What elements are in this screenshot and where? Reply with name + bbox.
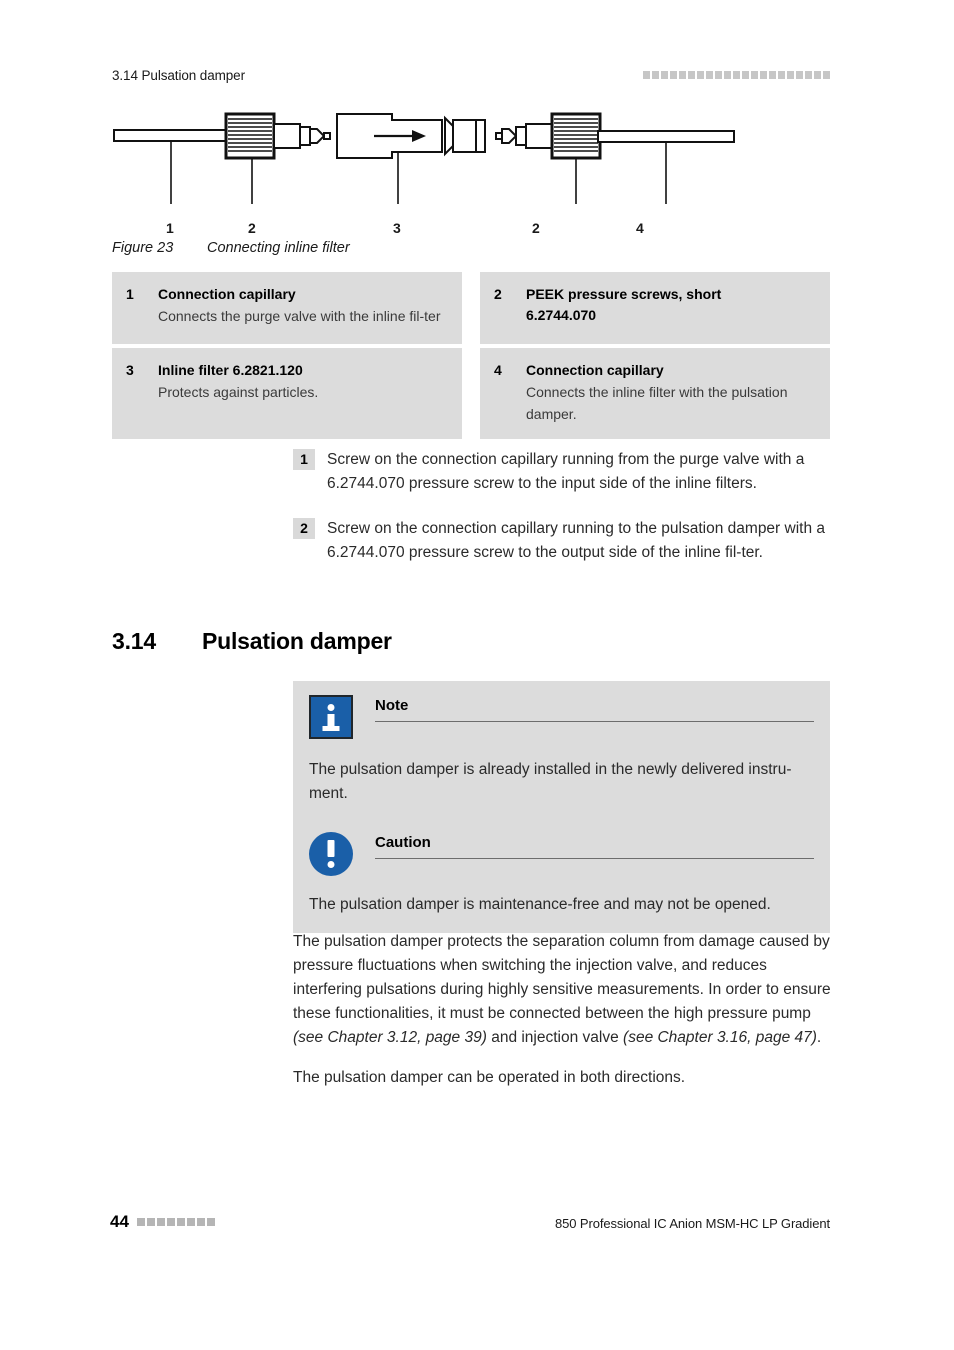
note-divider xyxy=(375,721,814,722)
figure-callout-1: 1 xyxy=(166,220,174,236)
page-number: 44 xyxy=(110,1212,129,1231)
body-paragraph-1-part-b: and injection valve xyxy=(486,1029,624,1047)
legend-number: 1 xyxy=(126,286,134,302)
legend-title: Inline filter 6.2821.120 xyxy=(158,362,303,378)
header-marker-squares xyxy=(643,71,830,79)
legend-content: Inline filter 6.2821.120 Protects agains… xyxy=(158,360,448,425)
info-icon xyxy=(309,695,353,739)
running-header: 3.14 Pulsation damper xyxy=(112,68,245,83)
note-title-wrap: Note xyxy=(375,695,814,722)
figure-caption-text: Connecting inline filter xyxy=(207,240,350,256)
caution-icon xyxy=(309,832,353,876)
legend-item-3: 3 Inline filter 6.2821.120 Protects agai… xyxy=(112,348,462,440)
legend-item-2: 2 PEEK pressure screws, short 6.2744.070 xyxy=(480,272,830,344)
caution-divider xyxy=(375,858,814,859)
figure-callout-2b: 2 xyxy=(532,220,540,236)
footer-page-indicator: 44 xyxy=(110,1212,215,1232)
body-paragraph-1-part-c: . xyxy=(816,1029,822,1047)
body-text-block: The pulsation damper protects the separa… xyxy=(293,930,833,1106)
legend-content: Connection capillary Connects the inline… xyxy=(526,360,816,425)
figure-caption-number: Figure 23 xyxy=(112,240,174,256)
body-paragraph-2: The pulsation damper can be operated in … xyxy=(293,1069,686,1087)
legend-title-part-number: 6.2744.070 xyxy=(526,307,597,323)
caution-header: Caution xyxy=(309,832,814,876)
section-number: 3.14 xyxy=(112,628,156,654)
note-header: Note xyxy=(309,695,814,739)
legend-title: Connection capillary xyxy=(158,286,296,302)
note-title: Note xyxy=(375,697,409,714)
procedure-step: 1 Screw on the connection capillary runn… xyxy=(293,448,833,495)
legend-item-4: 4 Connection capillary Connects the inli… xyxy=(480,348,830,440)
section-title: Pulsation damper xyxy=(202,628,392,654)
figure-callout-3: 3 xyxy=(393,220,401,236)
note-body: The pulsation damper is already installe… xyxy=(309,761,792,802)
legend-item-1: 1 Connection capillary Connects the purg… xyxy=(112,272,462,344)
figure-legend-table: 1 Connection capillary Connects the purg… xyxy=(112,272,830,440)
document-page: 3.14 Pulsation damper 1 2 3 2 4 Figure 2… xyxy=(0,0,954,1350)
step-number-badge: 1 xyxy=(293,449,315,470)
legend-description: Connects the inline filter with the puls… xyxy=(526,384,788,422)
caution-callout: Caution The pulsation damper is maintena… xyxy=(293,818,830,933)
caution-body: The pulsation damper is maintenance-free… xyxy=(309,896,771,913)
cross-reference-chapter-3-16: (see Chapter 3.16, page 47) xyxy=(623,1029,817,1047)
figure-caption: Figure 23 Connecting inline filter xyxy=(112,240,350,256)
footer-marker-squares xyxy=(136,1218,215,1226)
cross-reference-chapter-3-12: (see Chapter 3.12, page 39) xyxy=(293,1029,487,1047)
footer-document-title: 850 Professional IC Anion MSM-HC LP Grad… xyxy=(555,1216,830,1231)
section-heading: 3.14 Pulsation damper xyxy=(112,628,392,655)
legend-content: PEEK pressure screws, short 6.2744.070 xyxy=(526,284,816,330)
legend-title: Connection capillary xyxy=(526,362,664,378)
legend-number: 3 xyxy=(126,362,134,378)
caution-title: Caution xyxy=(375,834,431,851)
legend-title: PEEK pressure screws, short xyxy=(526,286,722,302)
body-paragraph-1-part-a: The pulsation damper protects the separa… xyxy=(293,933,831,1023)
legend-number: 2 xyxy=(494,286,502,302)
legend-description: Protects against particles. xyxy=(158,384,319,400)
inline-filter-diagram xyxy=(113,112,735,204)
procedure-step-list: 1 Screw on the connection capillary runn… xyxy=(293,448,833,586)
note-callout: Note The pulsation damper is already ins… xyxy=(293,681,830,822)
figure-callout-4: 4 xyxy=(636,220,644,236)
step-text: Screw on the connection capillary runnin… xyxy=(327,451,805,492)
procedure-step: 2 Screw on the connection capillary runn… xyxy=(293,517,833,564)
figure-illustration xyxy=(112,100,832,250)
legend-number: 4 xyxy=(494,362,502,378)
figure-callout-2: 2 xyxy=(248,220,256,236)
body-paragraph-1: The pulsation damper protects the separa… xyxy=(293,930,833,1050)
step-number-badge: 2 xyxy=(293,518,315,540)
step-text: Screw on the connection capillary runnin… xyxy=(327,520,826,561)
legend-content: Connection capillary Connects the purge … xyxy=(158,284,448,330)
caution-title-wrap: Caution xyxy=(375,832,814,859)
legend-description: Connects the purge valve with the inline… xyxy=(158,308,441,324)
